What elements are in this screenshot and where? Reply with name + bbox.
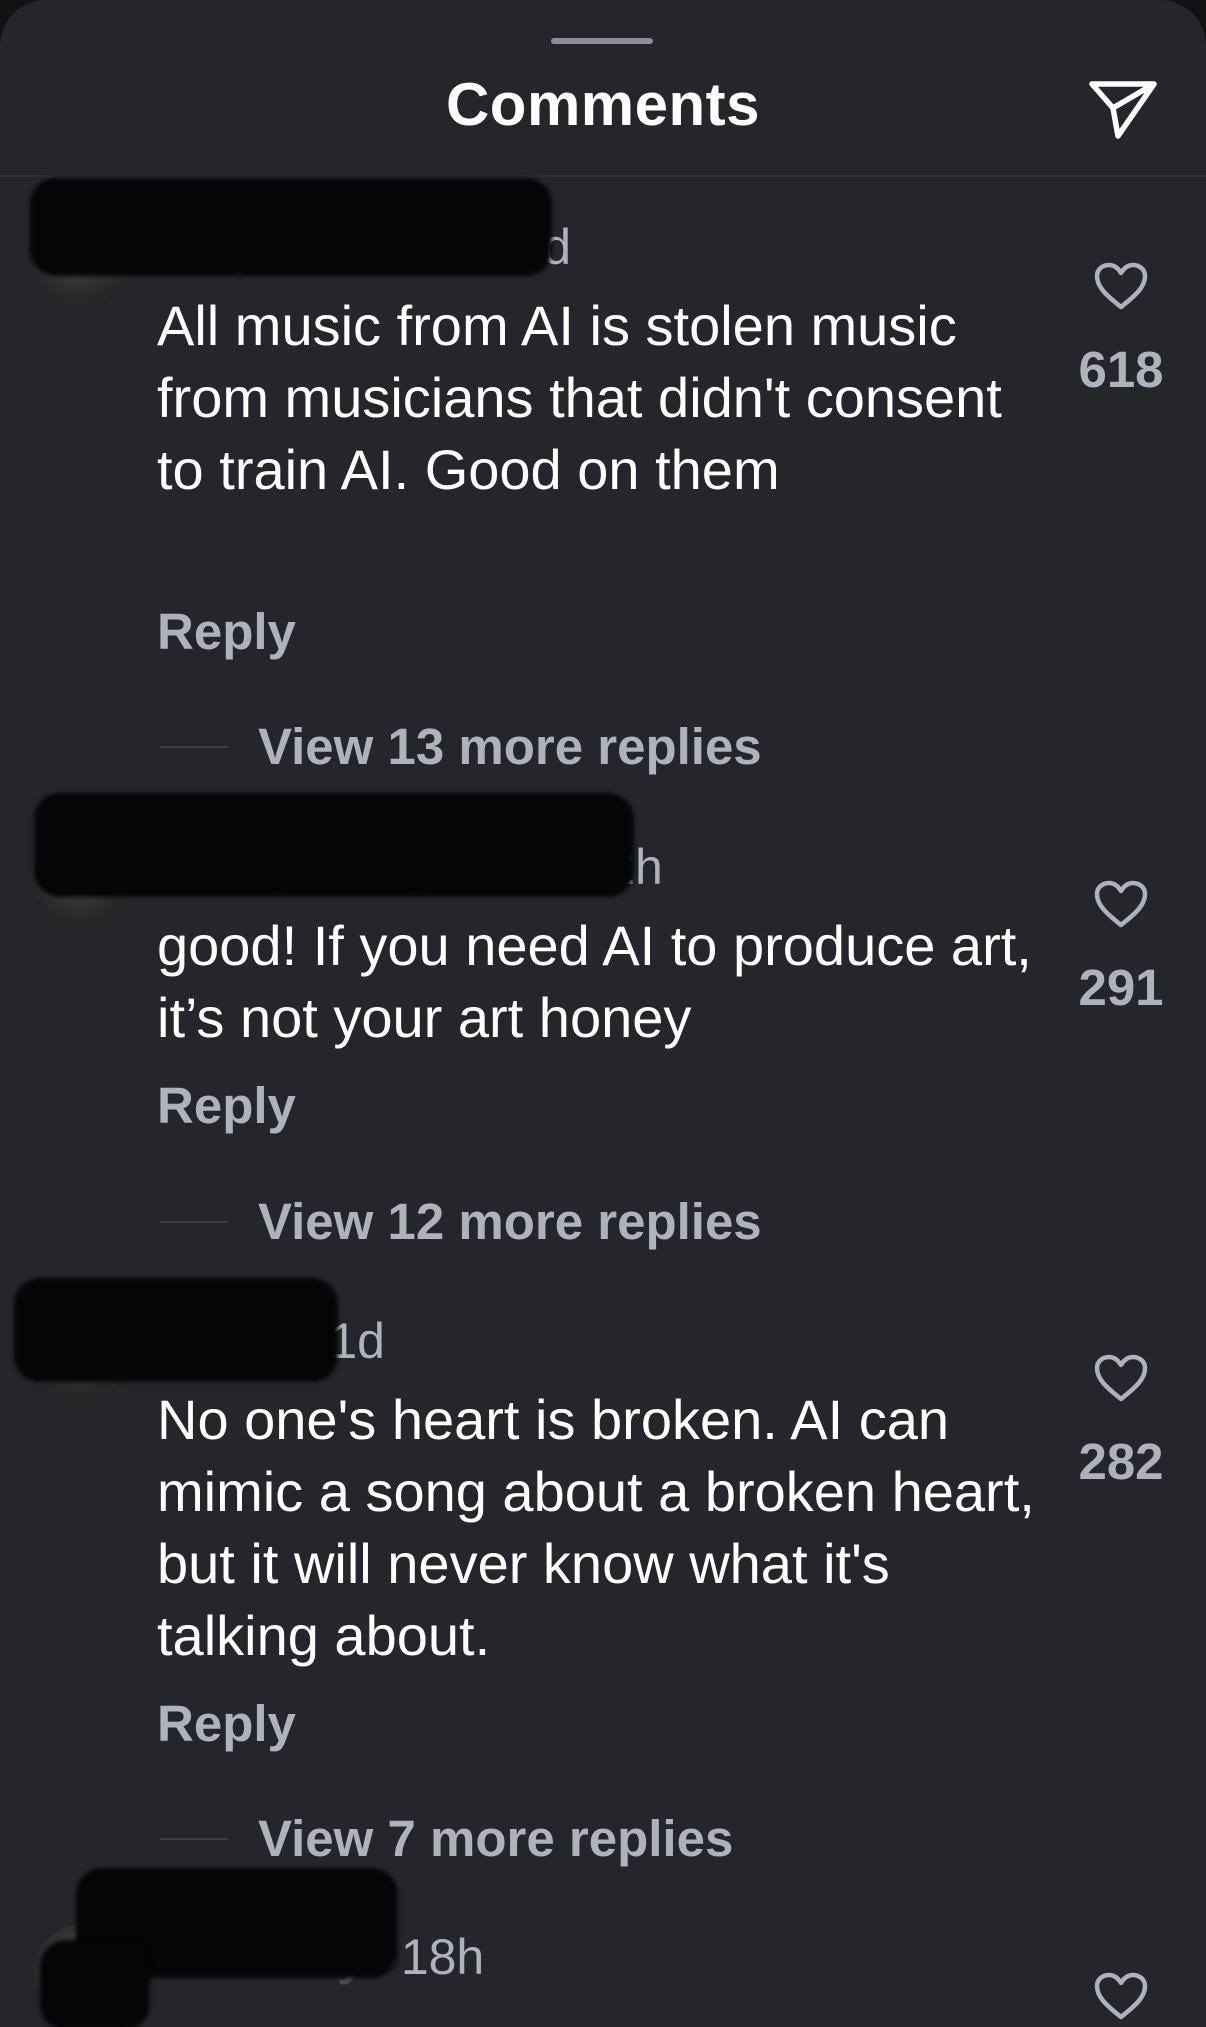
- heart-icon[interactable]: [1094, 880, 1148, 928]
- send-icon[interactable]: [1088, 78, 1158, 142]
- heart-icon[interactable]: [1094, 262, 1148, 310]
- page-title: Comments: [445, 71, 761, 138]
- comment-text: good! If you need AI to produce art, it’…: [157, 914, 1032, 1049]
- redaction-overlay: [14, 1278, 338, 1382]
- redaction-overlay: [40, 1940, 150, 2027]
- redaction-overlay: [34, 793, 634, 897]
- redaction-overlay: [30, 178, 552, 276]
- comments-sheet: Comments notjrcervantes 1d All music fro…: [0, 0, 1206, 2027]
- like-count: 282: [1078, 1433, 1164, 1490]
- reply-button[interactable]: Reply: [157, 1076, 296, 1135]
- comment-text: All music from AI is stolen music from m…: [157, 294, 1002, 501]
- comment-time: 18h: [400, 1929, 485, 1985]
- like-count: 291: [1078, 959, 1164, 1016]
- view-more-replies-button[interactable]: View 13 more replies: [258, 717, 762, 776]
- heart-icon[interactable]: [1094, 1354, 1148, 1402]
- replies-divider: [160, 746, 228, 748]
- header-divider: [0, 175, 1206, 177]
- view-more-replies-button[interactable]: View 12 more replies: [258, 1192, 762, 1251]
- view-more-replies-button[interactable]: View 7 more replies: [258, 1809, 733, 1868]
- comment-text: No one's heart is broken. AI can mimic a…: [157, 1388, 1035, 1667]
- replies-divider: [160, 1838, 228, 1840]
- like-count: 618: [1078, 341, 1164, 398]
- heart-icon[interactable]: [1094, 1972, 1148, 2020]
- sheet-grabber[interactable]: [551, 38, 653, 44]
- replies-divider: [160, 1221, 228, 1223]
- reply-button[interactable]: Reply: [157, 602, 296, 661]
- reply-button[interactable]: Reply: [157, 1694, 296, 1753]
